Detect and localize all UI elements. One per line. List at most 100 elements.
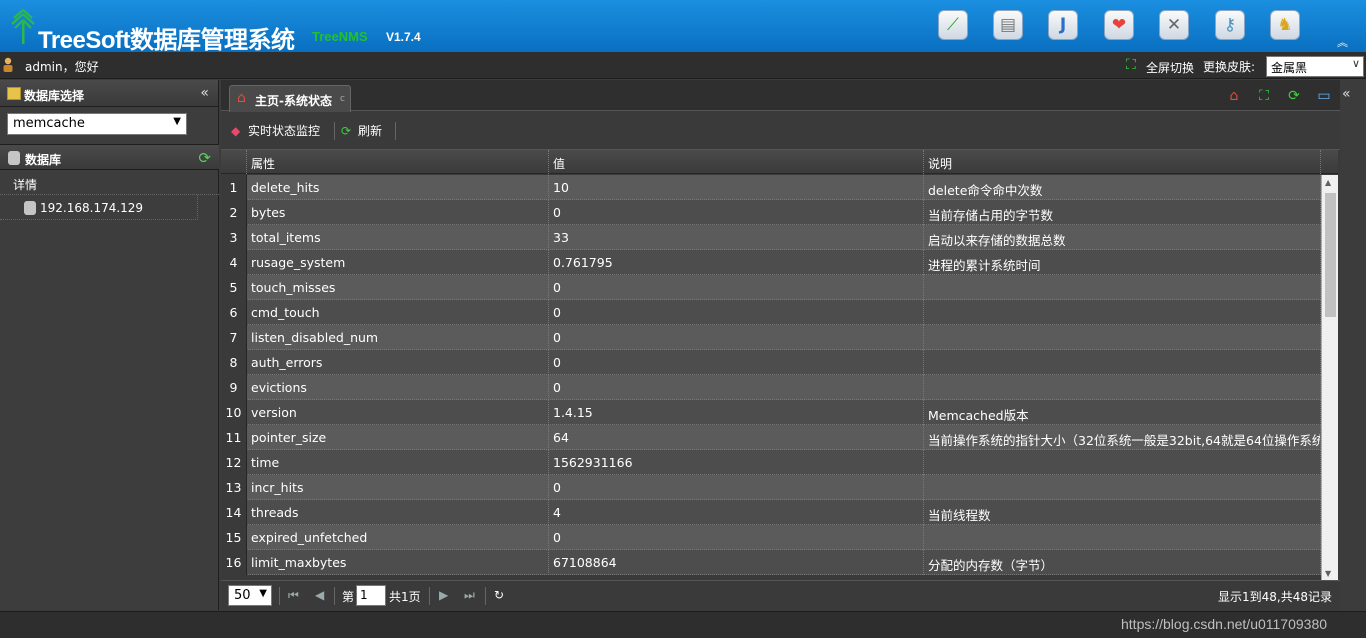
skin-label: 更换皮肤: [1203,60,1256,74]
table-row[interactable]: 10 version 1.4.15 Memcached版本 [221,400,1321,425]
tree-detail-row[interactable]: 详情 [0,171,219,195]
tab-bar: ⌂ 主页-系统状态 c ⌂ ⛶ ⟳ ▭ [221,80,1340,112]
cell-value: 4 [549,500,924,525]
cell-desc [924,325,1321,350]
pager-divider [334,587,335,605]
refresh-icon[interactable]: ⟳ [198,149,211,167]
grid-header: 属性 值 说明 [221,150,1338,174]
db-select[interactable]: memcache ▼ [7,113,187,135]
table-row[interactable]: 14 threads 4 当前线程数 [221,500,1321,525]
cell-attr: auth_errors [247,350,549,375]
table-row[interactable]: 2 bytes 0 当前存储占用的字节数 [221,200,1321,225]
java-icon[interactable]: J [1048,10,1078,40]
grid-body: 1 delete_hits 10 delete命令命中次数 2 bytes 0 当前存储占用的… [221,175,1321,580]
cell-attr: cmd_touch [247,300,549,325]
pager-info: 显示1到48,共48记录 [1218,590,1332,604]
table-row[interactable]: 4 rusage_system 0.761795 进程的累计系统时间 [221,250,1321,275]
scroll-thumb[interactable] [1325,193,1336,317]
db-select-title: 数据库选择 [24,89,85,103]
expand-icon[interactable]: ⛶ [1254,86,1274,106]
db-select-header: 数据库选择 « [0,80,218,107]
row-number: 16 [221,550,247,575]
collapse-left-icon[interactable]: « [200,85,209,101]
monitor-icon: ◆ [231,124,241,138]
row-number: 13 [221,475,247,500]
cell-value: 0 [549,200,924,225]
user-icon[interactable]: ♞ [1270,10,1300,40]
table-row[interactable]: 8 auth_errors 0 [221,350,1321,375]
grid-scrollbar[interactable]: ▲ ▼ [1321,175,1338,580]
fullscreen-icon[interactable]: ⛶ [1126,58,1141,73]
table-row[interactable]: 9 evictions 0 [221,375,1321,400]
page-size-select[interactable]: 50 ▼ [228,585,272,606]
db-tree-title: 数据库 [25,153,62,167]
refresh-icon[interactable]: ⟳ [1284,86,1304,106]
heart-icon[interactable]: ❤ [1104,10,1134,40]
row-number: 6 [221,300,247,325]
home-icon[interactable]: ⌂ [1224,86,1244,106]
row-number: 5 [221,275,247,300]
brand-title: TreeSoft数据库管理系统 [38,27,295,54]
chart-icon[interactable]: ⟋ [938,10,968,40]
prev-page-icon[interactable]: ◀ [315,588,324,602]
window-icon[interactable]: ▭ [1314,86,1334,106]
pager-divider [429,587,430,605]
last-page-icon[interactable]: ⏭ [464,588,475,603]
cell-value: 0.761795 [549,250,924,275]
next-page-icon[interactable]: ▶ [439,588,448,602]
tab-close-icon[interactable]: c [340,94,345,104]
cell-attr: limit_maxbytes [247,550,549,575]
tools-icon[interactable]: ✕ [1159,10,1189,40]
monitor-button[interactable]: ◆ 实时状态监控 [231,122,320,139]
main-panel: ⌂ 主页-系统状态 c ⌂ ⛶ ⟳ ▭ ◆ 实时状态监控 ⟳ 刷新 属性 值 说明 … [221,80,1340,610]
table-row[interactable]: 5 touch_misses 0 [221,275,1321,300]
first-page-icon[interactable]: ⏮ [288,588,299,603]
cell-value: 1562931166 [549,450,924,475]
table-row[interactable]: 3 total_items 33 启动以来存储的数据总数 [221,225,1321,250]
key-icon[interactable]: ⚷ [1215,10,1245,40]
cell-desc: 进程的累计系统时间 [924,250,1321,275]
reload-icon[interactable]: ↻ [494,588,504,602]
scroll-up-icon[interactable]: ▲ [1325,178,1331,187]
column-header-value[interactable]: 值 [549,150,924,174]
cell-value: 0 [549,300,924,325]
table-row[interactable]: 11 pointer_size 64 当前操作系统的指针大小（32位系统一般是32bi… [221,425,1321,450]
status-grid: 属性 值 说明 1 delete_hits 10 delete命令命中次数 2 bytes… [221,150,1338,580]
cell-attr: time [247,450,549,475]
version-label: V1.7.4 [386,30,421,44]
collapse-up-icon[interactable]: ︽ [1337,34,1348,50]
toolbar-divider [395,122,396,140]
table-row[interactable]: 15 expired_unfetched 0 [221,525,1321,550]
database-icon [8,151,20,165]
page-prefix: 第 [342,590,355,604]
tree-node-host[interactable]: 192.168.174.129 [0,195,198,220]
page-number-input[interactable]: 1 [356,585,386,606]
cell-value: 67108864 [549,550,924,575]
row-number: 11 [221,425,247,450]
table-row[interactable]: 13 incr_hits 0 [221,475,1321,500]
row-number: 10 [221,400,247,425]
collapse-right-icon[interactable]: « [1342,86,1351,102]
fullscreen-toggle[interactable]: 全屏切换 [1146,59,1194,76]
scroll-down-icon[interactable]: ▼ [1325,569,1331,578]
table-row[interactable]: 6 cmd_touch 0 [221,300,1321,325]
skin-select[interactable]: 金属黑 ∨ [1266,56,1364,77]
table-row[interactable]: 12 time 1562931166 [221,450,1321,475]
row-number: 12 [221,450,247,475]
left-panel: 数据库选择 « memcache ▼ 数据库 ⟳ 详情 192.168.174.… [0,80,219,610]
refresh-button[interactable]: ⟳ 刷新 [341,122,382,139]
pagination-bar: 50 ▼ ⏮ ◀ 第 1 共1页 ▶ ⏭ ↻ 显示1到48,共48记录 [221,580,1340,610]
table-row[interactable]: 16 limit_maxbytes 67108864 分配的内存数（字节） [221,550,1321,575]
folder-icon [7,87,21,100]
page-size-value: 50 [234,588,251,603]
cell-desc: 当前存储占用的字节数 [924,200,1321,225]
database-icon[interactable]: ▤ [993,10,1023,40]
table-row[interactable]: 7 listen_disabled_num 0 [221,325,1321,350]
column-header-desc[interactable]: 说明 [924,150,1321,174]
watermark: https://blog.csdn.net/u011709380 [1121,616,1328,632]
table-row[interactable]: 1 delete_hits 10 delete命令命中次数 [221,175,1321,200]
cell-attr: expired_unfetched [247,525,549,550]
column-header-attr[interactable]: 属性 [247,150,549,174]
tab-home-status[interactable]: ⌂ 主页-系统状态 c [229,85,351,112]
chevron-down-icon: ∨ [1351,57,1360,70]
